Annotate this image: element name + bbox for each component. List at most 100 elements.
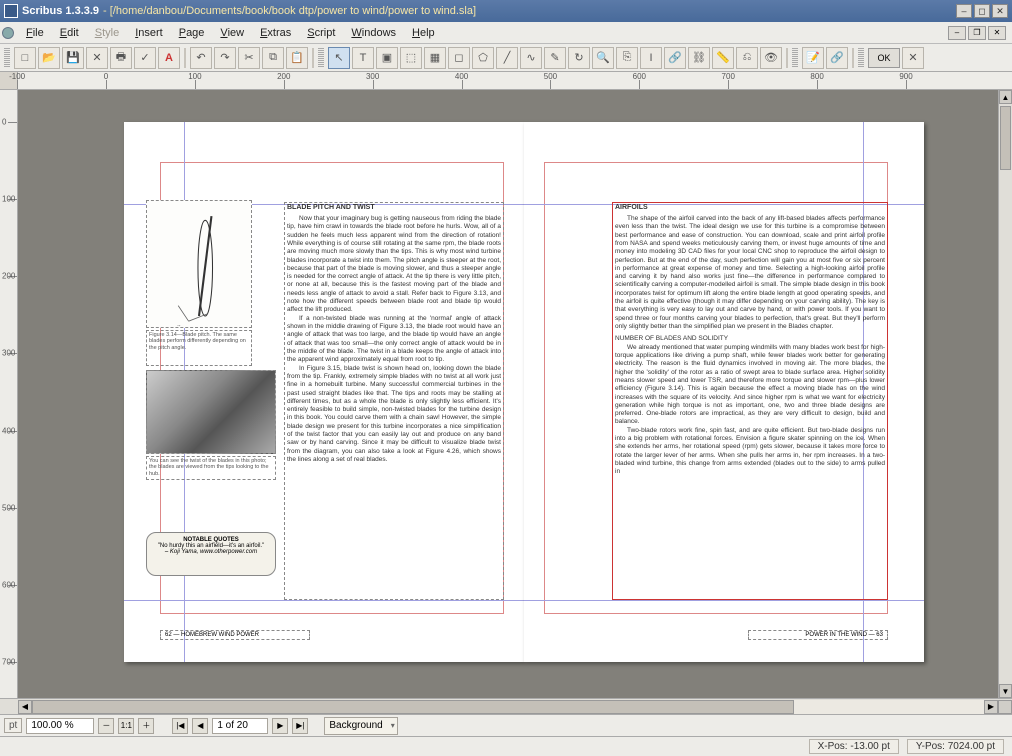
paste-button[interactable]: 📋 bbox=[286, 47, 308, 69]
zoom-reset-button[interactable]: 1:1 bbox=[118, 718, 134, 734]
subsection-heading: NUMBER OF BLADES AND SOLIDITY bbox=[615, 335, 885, 343]
undo-button[interactable]: ↶ bbox=[190, 47, 212, 69]
shape-tool-button[interactable]: ◻ bbox=[448, 47, 470, 69]
app-title: Scribus 1.3.3.9 bbox=[22, 5, 99, 17]
open-button[interactable]: 📂 bbox=[38, 47, 60, 69]
vertical-ruler[interactable]: 0100200300400500600700 bbox=[0, 90, 18, 698]
text-frame-main[interactable]: BLADE PITCH AND TWIST Now that your imag… bbox=[284, 202, 504, 600]
line-tool-button[interactable]: ╱ bbox=[496, 47, 518, 69]
document-canvas[interactable]: → Figure 3.14—Blade pitch. The same blad… bbox=[36, 90, 1010, 698]
left-page[interactable]: → Figure 3.14—Blade pitch. The same blad… bbox=[124, 122, 524, 662]
menu-insert[interactable]: Insert bbox=[127, 25, 171, 41]
menu-edit[interactable]: Edit bbox=[52, 25, 87, 41]
horizontal-ruler[interactable]: -1000100200300400500600700800900 bbox=[0, 72, 1012, 90]
mdi-minimize-button[interactable]: – bbox=[948, 26, 966, 40]
copy-button[interactable]: ⧉ bbox=[262, 47, 284, 69]
redo-button[interactable]: ↷ bbox=[214, 47, 236, 69]
table-tool-button[interactable]: ▦ bbox=[424, 47, 446, 69]
menu-windows[interactable]: Windows bbox=[343, 25, 404, 41]
close-button[interactable]: ✕ bbox=[86, 47, 108, 69]
freehand-tool-button[interactable]: ✎ bbox=[544, 47, 566, 69]
measure-tool-button[interactable]: 📏 bbox=[712, 47, 734, 69]
menu-file[interactable]: File bbox=[18, 25, 52, 41]
vertical-scrollbar[interactable]: ▲ ▼ bbox=[998, 90, 1012, 698]
scroll-right-button[interactable]: ▶ bbox=[984, 700, 998, 714]
zoom-out-button[interactable]: － bbox=[98, 718, 114, 734]
text-tool-button[interactable]: T bbox=[352, 47, 374, 69]
page-field[interactable]: 1 of 20 bbox=[212, 718, 268, 734]
menu-style[interactable]: Style bbox=[87, 25, 127, 41]
mdi-close-button[interactable]: ✕ bbox=[988, 26, 1006, 40]
image-caption[interactable]: Figure 3.14—Blade pitch. The same blades… bbox=[146, 330, 252, 366]
page-footer[interactable]: 62 — HOMEBREW WIND POWER bbox=[160, 630, 310, 640]
next-page-button[interactable]: ▶ bbox=[272, 718, 288, 734]
close-window-button[interactable]: ✕ bbox=[992, 4, 1008, 18]
horizontal-scrollbar[interactable]: ◀ ▶ bbox=[0, 698, 1012, 714]
unit-icon[interactable]: pt bbox=[4, 718, 22, 733]
polygon-tool-button[interactable]: ⬠ bbox=[472, 47, 494, 69]
eyedropper-button[interactable]: 👁 bbox=[760, 47, 782, 69]
toolbar: □ 📂 💾 ✕ 🖶 ✓ A ↶ ↷ ✂ ⧉ 📋 ↖ T ▣ ⬚ ▦ ◻ ⬠ ╱ … bbox=[0, 44, 1012, 72]
zoom-tool-button[interactable]: 🔍 bbox=[592, 47, 614, 69]
status-bar: pt 100.00 % － 1:1 ＋ |◀ ◀ 1 of 20 ▶ ▶| Ba… bbox=[0, 714, 1012, 736]
quote-callout[interactable]: NOTABLE QUOTES "No hurdy this an airfiel… bbox=[146, 532, 276, 576]
render-tool-button[interactable]: ⬚ bbox=[400, 47, 422, 69]
scroll-up-button[interactable]: ▲ bbox=[999, 90, 1012, 104]
scroll-left-button[interactable]: ◀ bbox=[18, 700, 32, 714]
print-button[interactable]: 🖶 bbox=[110, 47, 132, 69]
select-tool-button[interactable]: ↖ bbox=[328, 47, 350, 69]
image-frame-diagram[interactable]: → bbox=[146, 200, 252, 328]
save-button[interactable]: 💾 bbox=[62, 47, 84, 69]
body-text: Two-blade rotors work fine, spin fast, a… bbox=[615, 427, 885, 477]
menu-page[interactable]: Page bbox=[171, 25, 213, 41]
scroll-thumb[interactable] bbox=[1000, 106, 1011, 170]
image-caption[interactable]: You can see the twist of the blades in t… bbox=[146, 456, 276, 480]
y-label: Y-Pos: bbox=[916, 741, 945, 752]
pdf-annotation-button[interactable]: 📝 bbox=[802, 47, 824, 69]
toolbar-grip-icon bbox=[318, 48, 324, 68]
preflight-button[interactable]: ✓ bbox=[134, 47, 156, 69]
menu-help[interactable]: Help bbox=[404, 25, 443, 41]
scroll-thumb[interactable] bbox=[32, 700, 794, 714]
horizontal-guide bbox=[124, 600, 524, 601]
new-button[interactable]: □ bbox=[14, 47, 36, 69]
image-frame-photo[interactable] bbox=[146, 370, 276, 454]
export-pdf-button[interactable]: A bbox=[158, 47, 180, 69]
first-page-button[interactable]: |◀ bbox=[172, 718, 188, 734]
copy-props-button[interactable]: ⎌ bbox=[736, 47, 758, 69]
cut-button[interactable]: ✂ bbox=[238, 47, 260, 69]
menu-view[interactable]: View bbox=[212, 25, 252, 41]
body-text: If a non-twisted blade was running at th… bbox=[287, 315, 501, 365]
menu-script[interactable]: Script bbox=[299, 25, 343, 41]
prev-page-button[interactable]: ◀ bbox=[192, 718, 208, 734]
ok-button[interactable]: OK bbox=[868, 48, 900, 68]
rotate-tool-button[interactable]: ↻ bbox=[568, 47, 590, 69]
toolbar-grip-icon bbox=[792, 48, 798, 68]
minimize-button[interactable]: – bbox=[956, 4, 972, 18]
x-value: -13.00 pt bbox=[850, 741, 889, 752]
image-tool-button[interactable]: ▣ bbox=[376, 47, 398, 69]
pdf-link-button[interactable]: 🔗 bbox=[826, 47, 848, 69]
maximize-button[interactable]: ◻ bbox=[974, 4, 990, 18]
zoom-field[interactable]: 100.00 % bbox=[26, 718, 94, 734]
page-footer[interactable]: POWER IN THE WIND — 63 bbox=[748, 630, 888, 640]
mdi-restore-button[interactable]: ❐ bbox=[968, 26, 986, 40]
section-heading: BLADE PITCH AND TWIST bbox=[287, 204, 501, 213]
body-text: The shape of the airfoil carved into the… bbox=[615, 215, 885, 331]
text-frame-main[interactable]: AIRFOILS The shape of the airfoil carved… bbox=[612, 202, 888, 600]
edit-contents-button[interactable]: ⎘ bbox=[616, 47, 638, 69]
cancel-gesture-button[interactable]: ✕ bbox=[902, 47, 924, 69]
link-frames-button[interactable]: 🔗 bbox=[664, 47, 686, 69]
scroll-down-button[interactable]: ▼ bbox=[999, 684, 1012, 698]
right-page[interactable]: AIRFOILS The shape of the airfoil carved… bbox=[524, 122, 924, 662]
unlink-frames-button[interactable]: ⛓ bbox=[688, 47, 710, 69]
body-text: Now that your imaginary bug is getting n… bbox=[287, 215, 501, 315]
menu-grip-icon bbox=[2, 27, 14, 39]
last-page-button[interactable]: ▶| bbox=[292, 718, 308, 734]
edit-text-button[interactable]: I bbox=[640, 47, 662, 69]
bezier-tool-button[interactable]: ∿ bbox=[520, 47, 542, 69]
zoom-in-button[interactable]: ＋ bbox=[138, 718, 154, 734]
footer-text: 62 — HOMEBREW WIND POWER bbox=[165, 632, 259, 638]
horizontal-guide bbox=[524, 600, 924, 601]
menu-extras[interactable]: Extras bbox=[252, 25, 299, 41]
